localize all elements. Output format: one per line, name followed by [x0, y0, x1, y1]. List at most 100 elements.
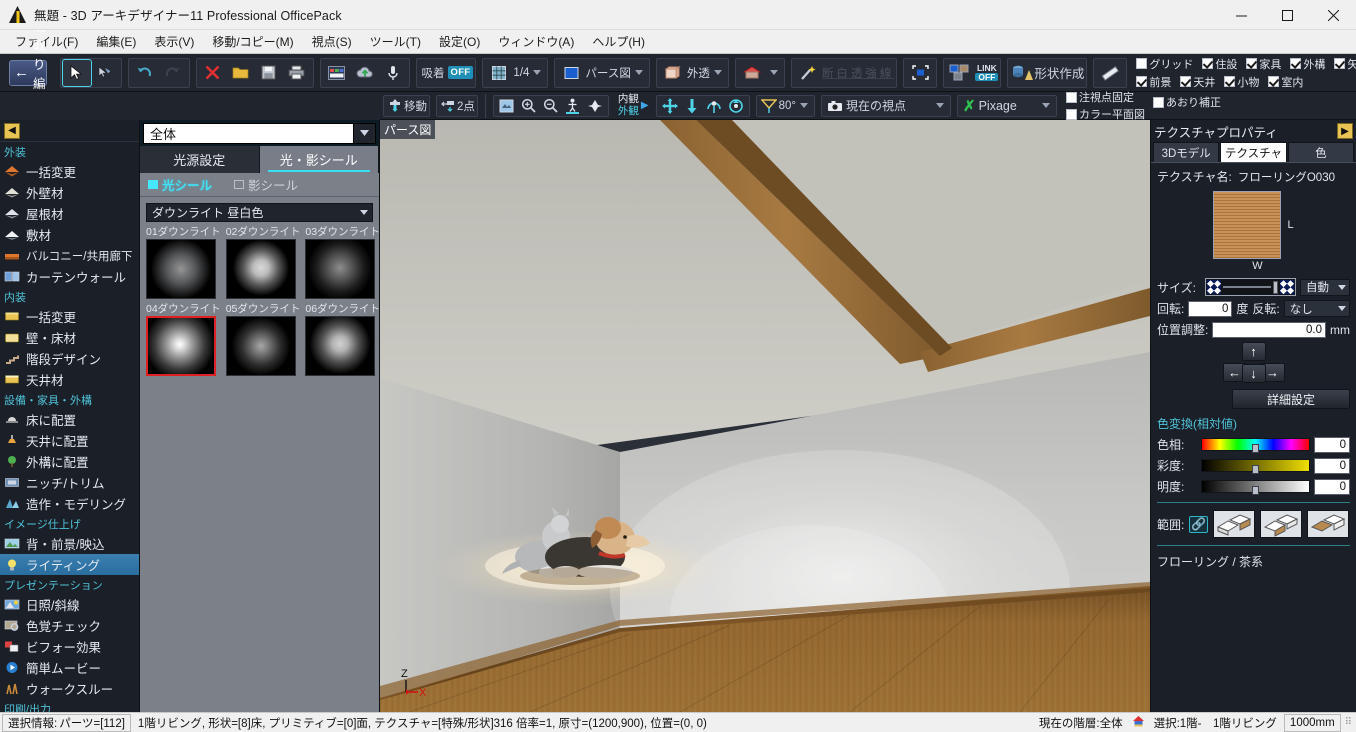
checkbox-grid[interactable]: グリッド — [1136, 56, 1193, 72]
fit-view-icon[interactable] — [496, 96, 518, 116]
snap-group[interactable]: 吸着 OFF — [415, 57, 477, 88]
detail-settings-button[interactable]: 詳細設定 — [1232, 389, 1350, 409]
sidebar-item-place-exterior[interactable]: 外構に配置 — [0, 451, 139, 472]
light-seal-thumbnail[interactable] — [225, 239, 296, 299]
subtab-shadow-seal[interactable]: 影シール — [234, 175, 298, 194]
tab-texture[interactable]: テクスチャ — [1220, 142, 1287, 162]
sidebar-item-walkthrough[interactable]: ウォークスルー — [0, 678, 139, 699]
brightness-slider[interactable] — [1201, 480, 1310, 495]
light-seal-item[interactable]: 01ダウンライト — [146, 226, 221, 299]
light-seal-thumbnail[interactable] — [305, 239, 376, 299]
chevron-down-icon[interactable] — [354, 122, 376, 144]
shape-create-group[interactable]: 形状作成 — [1007, 57, 1088, 88]
tab-color[interactable]: 色 — [1287, 142, 1354, 162]
saturation-value[interactable]: 0 — [1314, 457, 1350, 474]
undo-icon[interactable] — [131, 60, 159, 86]
sidebar-item-place-on-floor[interactable]: 床に配置 — [0, 409, 139, 430]
fit-to-window-icon[interactable] — [906, 60, 934, 86]
checkbox-arrow[interactable]: 矢印 — [1334, 56, 1356, 72]
save-icon[interactable] — [255, 60, 283, 86]
menu-viewpoint[interactable]: 視点(S) — [303, 30, 361, 53]
spreadsheet-icon[interactable] — [323, 60, 351, 86]
checkbox-ceiling[interactable]: 天井 — [1180, 74, 1215, 90]
size-knob[interactable] — [1273, 280, 1278, 294]
back-to-floorplan-button[interactable]: ← 間取り編集へ — [9, 20, 47, 129]
menu-move-copy[interactable]: 移動/コピー(M) — [203, 30, 302, 53]
hue-value[interactable]: 0 — [1314, 436, 1350, 453]
light-category-select[interactable]: ダウンライト 昼白色 — [146, 203, 373, 222]
chevron-down-icon[interactable] — [634, 70, 643, 75]
sidebar-item-modeling[interactable]: 造作・モデリング — [0, 493, 139, 514]
zoom-fit-group[interactable] — [903, 57, 938, 88]
checkbox-tilt-correction[interactable]: あおり補正 — [1153, 94, 1221, 110]
viewpoint-select[interactable]: 現在の視点 — [821, 94, 951, 117]
checkbox-equipment[interactable]: 住設 — [1202, 56, 1237, 72]
sidebar-item-bulk-change-interior[interactable]: 一括変更 — [0, 306, 139, 327]
wall-display-options[interactable]: 断白透強線 — [822, 65, 895, 81]
light-seal-item[interactable]: 06ダウンライト — [305, 303, 380, 376]
sidebar-item-niche-trim[interactable]: ニッチ/トリム — [0, 472, 139, 493]
sidebar-item-curtain-wall[interactable]: カーテンウォール — [0, 266, 139, 287]
fly-view-icon[interactable] — [584, 96, 606, 116]
light-seal-thumbnail[interactable] — [146, 316, 216, 376]
close-button[interactable] — [1310, 0, 1356, 30]
tab-light-source[interactable]: 光源設定 — [140, 146, 260, 173]
light-seal-item[interactable]: 05ダウンライト — [225, 303, 300, 376]
brightness-value[interactable]: 0 — [1314, 478, 1350, 495]
light-seal-item-selected[interactable]: 04ダウンライト — [146, 303, 221, 376]
menu-help[interactable]: ヘルプ(H) — [583, 30, 654, 53]
menu-settings[interactable]: 設定(O) — [430, 30, 489, 53]
sidebar-item-paving-material[interactable]: 敷材 — [0, 224, 139, 245]
minimize-button[interactable] — [1218, 0, 1264, 30]
sidebar-item-color-vision-check[interactable]: 色覚チェック — [0, 615, 139, 636]
inner-view-label[interactable]: 内観 — [618, 94, 639, 105]
move-down-icon[interactable] — [681, 96, 703, 116]
checkbox-foreground[interactable]: 前景 — [1136, 74, 1171, 90]
range-single-icon[interactable] — [1307, 510, 1350, 538]
outer-view-label[interactable]: 外観 — [618, 105, 639, 117]
link-clip-icon[interactable]: 🔗 — [1189, 515, 1209, 533]
nudge-up-button[interactable]: ↑ — [1241, 342, 1266, 361]
chevron-down-icon[interactable] — [1042, 103, 1050, 108]
move-tool-group[interactable]: 移動 — [383, 94, 430, 117]
perspective-viewport[interactable]: パース図 Z X — [380, 120, 1150, 712]
sidebar-item-balcony[interactable]: バルコニー/共用廊下 — [0, 245, 139, 266]
sidebar-item-background-foreground[interactable]: 背・前景/映込 — [0, 533, 139, 554]
hue-slider[interactable] — [1201, 438, 1310, 453]
roof-display-group[interactable] — [734, 57, 785, 88]
fov-group[interactable]: 80° — [755, 94, 815, 117]
tilt-icon[interactable] — [703, 96, 725, 116]
resize-grip-icon[interactable]: ⠿ — [1345, 717, 1352, 728]
chevron-down-icon[interactable] — [713, 70, 722, 75]
texture-preview[interactable] — [1213, 191, 1282, 259]
inner-outer-toggle[interactable]: 内観 外観 — [618, 94, 639, 116]
chevron-down-icon[interactable] — [360, 210, 368, 215]
checkbox-furniture[interactable]: 家具 — [1246, 56, 1281, 72]
sidebar-item-stair-design[interactable]: 階段デザイン — [0, 348, 139, 369]
chevron-down-icon[interactable] — [800, 103, 808, 108]
sidebar-item-lighting[interactable]: ライティング — [0, 554, 139, 575]
subtab-light-seal[interactable]: 光シール — [148, 175, 212, 194]
expand-right-icon[interactable]: ▶ — [1337, 123, 1353, 139]
offset-input[interactable]: 0.0 — [1212, 321, 1326, 338]
transparency-group[interactable]: 外透 — [655, 57, 729, 88]
cloud-upload-icon[interactable] — [351, 60, 379, 86]
range-all-icon[interactable] — [1213, 510, 1256, 538]
checkbox-interior[interactable]: 室内 — [1268, 74, 1303, 90]
play-arrow-icon[interactable]: ▶ — [641, 100, 649, 111]
chevron-down-icon[interactable] — [533, 70, 542, 75]
menu-view[interactable]: 表示(V) — [145, 30, 203, 53]
light-seal-item[interactable]: 02ダウンライト — [225, 226, 300, 299]
nudge-down-button[interactable]: ↓ — [1241, 364, 1266, 383]
pointer-icon[interactable] — [61, 58, 92, 87]
sidebar-item-before-after[interactable]: ビフォー効果 — [0, 636, 139, 657]
tab-light-shadow-seal[interactable]: 光・影シール — [259, 146, 379, 173]
collapse-left-icon[interactable]: ◀ — [4, 122, 20, 139]
sidebar-item-roof-material[interactable]: 屋根材 — [0, 203, 139, 224]
flip-select[interactable]: なし — [1283, 300, 1350, 317]
view-mode-group[interactable]: パース図 — [554, 57, 650, 88]
slider-knob[interactable] — [1252, 444, 1260, 453]
microphone-icon[interactable] — [379, 60, 407, 86]
ruler-icon[interactable] — [1096, 60, 1124, 86]
light-seal-thumbnail[interactable] — [225, 316, 296, 376]
